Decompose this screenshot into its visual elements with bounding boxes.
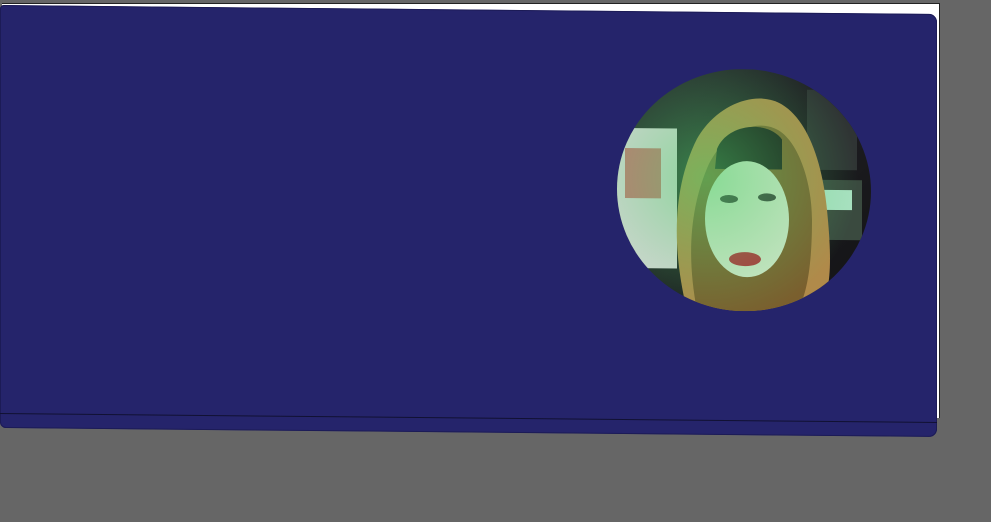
profile-banner-card [0,5,937,437]
screen [0,0,991,522]
profile-avatar[interactable] [617,67,871,313]
profile-photo-icon [617,67,871,313]
card-bottom-edge [0,413,937,423]
